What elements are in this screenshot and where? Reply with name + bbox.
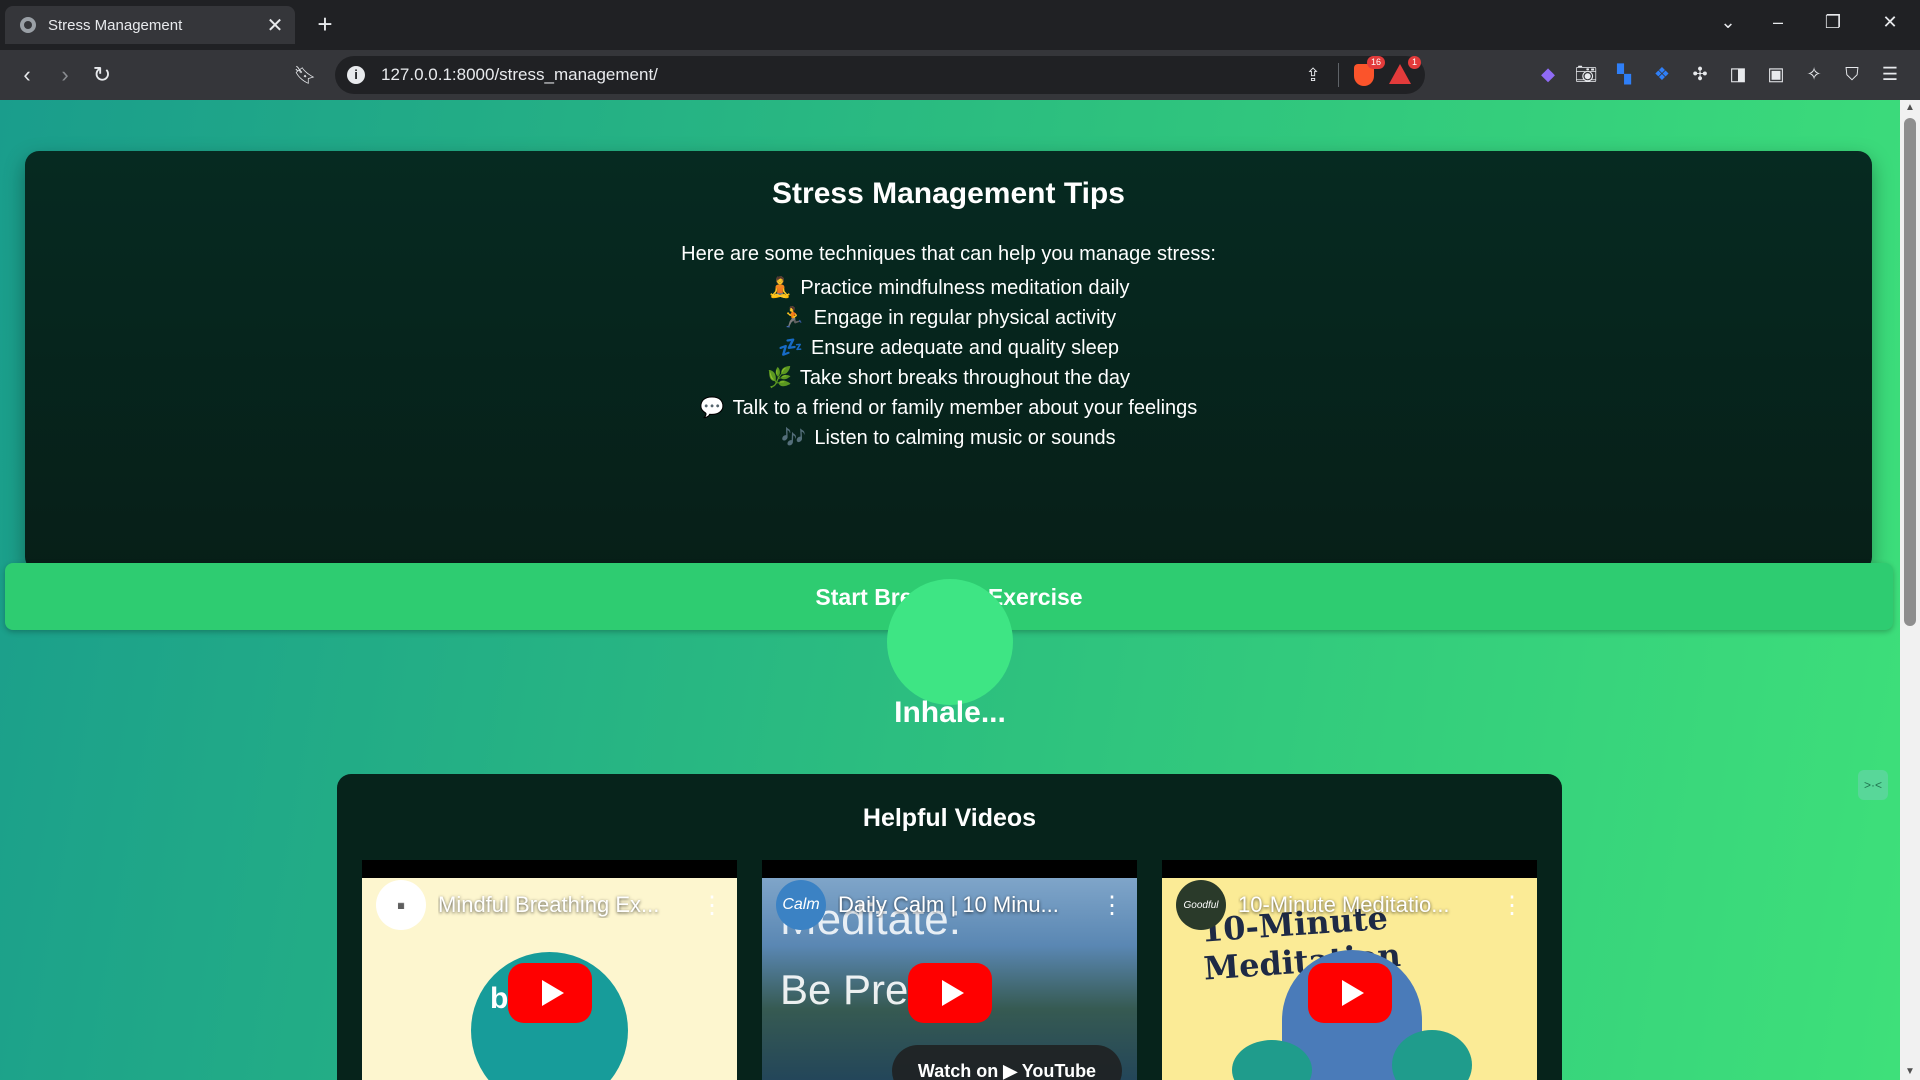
video-title[interactable]: Mindful Breathing Ex... [438,892,697,918]
sidebar-icon[interactable]: ◨ [1726,62,1750,86]
herb-icon: 🌿 [766,367,792,389]
tip-item: 🎶 Listen to calming music or sounds [25,423,1872,453]
rewards-count-badge: 1 [1407,56,1421,69]
breathing-status-text: Inhale... [894,696,1006,729]
brave-shields-icon[interactable]: 16 [1353,56,1385,86]
divider [1338,63,1339,87]
videos-card: Helpful Videos b e ▦ Mindful Breathing E… [337,774,1562,1080]
tip-text: Talk to a friend or family member about … [732,397,1198,419]
channel-avatar[interactable]: Goodful [1176,880,1226,930]
bookmark-icon[interactable]: 🔖︎ [292,62,318,88]
rewards-triangle-icon [1389,64,1411,84]
scrollbar-thumb[interactable] [1904,118,1916,626]
tip-item: 🧘 Practice mindfulness meditation daily [25,273,1872,303]
tip-text: Take short breaks throughout the day [799,367,1131,389]
video-embed-2[interactable]: Meditate: Be Pre Watch on ▶ YouTube Calm… [762,860,1137,1080]
tips-title: Stress Management Tips [772,177,1125,210]
side-widget-icon[interactable]: >·< [1858,770,1888,800]
tips-intro: Here are some techniques that can help y… [681,243,1216,265]
watch-on-youtube-button[interactable]: Watch on ▶ YouTube [892,1045,1122,1080]
tab-title: Stress Management [48,16,183,34]
meditation-icon: 🧘 [767,277,793,299]
extension-blue-icon[interactable]: ▚ [1612,62,1636,86]
minimize-icon[interactable]: – [1764,12,1792,33]
extensions-row: ◆ 📷︎ ▚ ❖ ✣ ◨ ▣ ✧ ⛉ ☰ [1536,62,1902,86]
music-notes-icon: 🎶 [781,427,807,449]
tip-item: 💬 Talk to a friend or family member about… [25,393,1872,423]
back-icon[interactable]: ‹ [14,62,40,88]
scroll-down-arrow-icon[interactable]: ▼ [1904,1066,1916,1078]
tab-search-chevron-icon[interactable]: ⌄ [1714,12,1742,33]
menu-icon[interactable]: ☰ [1878,62,1902,86]
extension-dropbox-icon[interactable]: ❖ [1650,62,1674,86]
youtube-play-button[interactable] [1308,963,1392,1023]
breathing-circle [887,579,1013,705]
extension-diamond-icon[interactable]: ◆ [1536,62,1560,86]
vpn-shield-icon[interactable]: ⛉ [1840,62,1864,86]
video-embed-1[interactable]: b e ▦ Mindful Breathing Ex... ⋮ [362,860,737,1080]
restore-icon[interactable]: ❐ [1819,12,1847,33]
share-icon[interactable]: ⇪ [1302,64,1324,86]
video-embed-3[interactable]: 10-Minute Meditation Goodful 10-Minute M… [1162,860,1537,1080]
site-info-icon[interactable]: i [347,66,365,84]
tip-text: Ensure adequate and quality sleep [810,337,1119,359]
new-tab-button[interactable]: + [312,11,338,37]
tip-item: 💤 Ensure adequate and quality sleep [25,333,1872,363]
channel-avatar[interactable]: Calm [776,880,826,930]
video-title[interactable]: 10-Minute Meditatio... [1238,892,1497,918]
more-options-icon[interactable]: ⋮ [1097,891,1127,920]
video-header: Calm Daily Calm | 10 Minu... ⋮ [762,878,1137,932]
browser-tab[interactable]: Stress Management ✕ [5,6,295,44]
channel-avatar[interactable]: ▦ [376,880,426,930]
tip-text: Listen to calming music or sounds [814,427,1116,449]
tips-list: 🧘 Practice mindfulness meditation daily 🏃… [25,273,1872,453]
video-header: Goodful 10-Minute Meditatio... ⋮ [1162,878,1537,932]
camera-icon[interactable]: 📷︎ [1574,62,1598,86]
extensions-puzzle-icon[interactable]: ✣ [1688,62,1712,86]
scroll-up-arrow-icon[interactable]: ▲ [1904,102,1916,114]
address-bar[interactable]: i 127.0.0.1:8000/stress_management/ ⇪ 16… [335,56,1425,94]
tip-item: 🌿 Take short breaks throughout the day [25,363,1872,393]
browser-tab-bar: Stress Management ✕ + ⌄ – ❐ ✕ [0,0,1920,50]
video-header: ▦ Mindful Breathing Ex... ⋮ [362,878,737,932]
leo-ai-icon[interactable]: ✧ [1802,62,1826,86]
forward-icon[interactable]: › [52,62,78,88]
url-text[interactable]: 127.0.0.1:8000/stress_management/ [381,65,1302,85]
globe-icon [20,17,36,33]
youtube-play-button[interactable] [508,963,592,1023]
reload-icon[interactable]: ↻ [89,62,115,88]
videos-title: Helpful Videos [862,804,1037,832]
brave-rewards-icon[interactable]: 1 [1389,56,1421,86]
more-options-icon[interactable]: ⋮ [1497,891,1527,920]
shields-count-badge: 16 [1366,56,1385,69]
video-title[interactable]: Daily Calm | 10 Minu... [838,892,1097,918]
speech-bubble-icon: 💬 [699,397,725,419]
page-scrollbar[interactable]: ▲ ▼ [1900,100,1920,1080]
youtube-play-button[interactable] [908,963,992,1023]
tip-text: Engage in regular physical activity [813,307,1117,329]
tip-text: Practice mindfulness meditation daily [800,277,1130,299]
wallet-icon[interactable]: ▣ [1764,62,1788,86]
browser-toolbar: ‹ › ↻ 🔖︎ i 127.0.0.1:8000/stress_managem… [0,50,1920,100]
sleep-icon: 💤 [778,337,803,359]
thumbnail-text-2: Be Pre [780,966,909,1013]
close-window-icon[interactable]: ✕ [1876,12,1904,33]
page-viewport: Stress Management Tips Here are some tec… [0,100,1900,1080]
close-tab-icon[interactable]: ✕ [263,13,287,37]
tips-card: Stress Management Tips Here are some tec… [25,151,1872,571]
running-icon: 🏃 [780,307,806,329]
more-options-icon[interactable]: ⋮ [697,891,727,920]
tip-item: 🏃 Engage in regular physical activity [25,303,1872,333]
